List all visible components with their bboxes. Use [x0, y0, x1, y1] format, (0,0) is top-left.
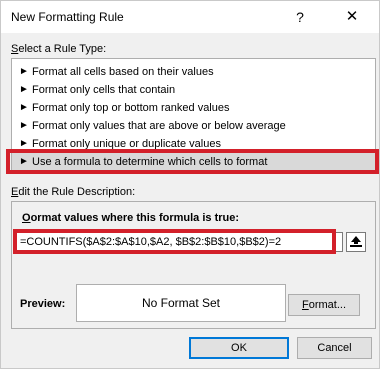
help-button[interactable]: ? — [283, 5, 317, 29]
ok-button[interactable]: OK — [189, 337, 289, 359]
new-formatting-rule-dialog: New Formatting Rule ? ✕ Select a Rule Ty… — [0, 0, 380, 369]
arrow-right-icon: ► — [19, 120, 29, 131]
preview-box: No Format Set — [76, 284, 286, 322]
rule-type-item[interactable]: ► Format all cells based on their values — [12, 63, 375, 81]
rule-type-item-label: Format only top or bottom ranked values — [32, 102, 230, 114]
rule-type-item[interactable]: ► Format only values that are above or b… — [12, 117, 375, 135]
rule-type-item[interactable]: ► Format only top or bottom ranked value… — [12, 99, 375, 117]
formula-label: Oormat values where this formula is true… — [22, 212, 240, 224]
rule-type-item-label: Format all cells based on their values — [32, 66, 214, 78]
cancel-button[interactable]: Cancel — [297, 337, 372, 359]
title-bar: New Formatting Rule ? ✕ — [1, 1, 379, 33]
arrow-right-icon: ► — [19, 66, 29, 77]
arrow-right-icon: ► — [19, 84, 29, 95]
arrow-right-icon: ► — [19, 102, 29, 113]
rule-type-item[interactable]: ► Format only cells that contain — [12, 81, 375, 99]
preview-label: Preview: — [20, 298, 66, 310]
rule-description-panel: Oormat values where this formula is true… — [11, 201, 376, 329]
selected-rule-highlight — [6, 149, 379, 174]
formula-highlight — [13, 229, 336, 254]
rule-type-item-label: Format only cells that contain — [32, 84, 176, 96]
rule-type-section-label: Select a Rule Type: — [11, 43, 107, 55]
collapse-dialog-icon — [350, 236, 362, 247]
close-button[interactable]: ✕ — [335, 5, 369, 29]
preview-text: No Format Set — [141, 296, 221, 310]
rule-description-section-label: Edit the Rule Description: — [11, 186, 136, 198]
format-button[interactable]: Format... — [288, 294, 360, 316]
collapse-dialog-button[interactable] — [346, 232, 366, 252]
dialog-title: New Formatting Rule — [11, 10, 124, 24]
rule-type-item-label: Format only values that are above or bel… — [32, 120, 286, 132]
